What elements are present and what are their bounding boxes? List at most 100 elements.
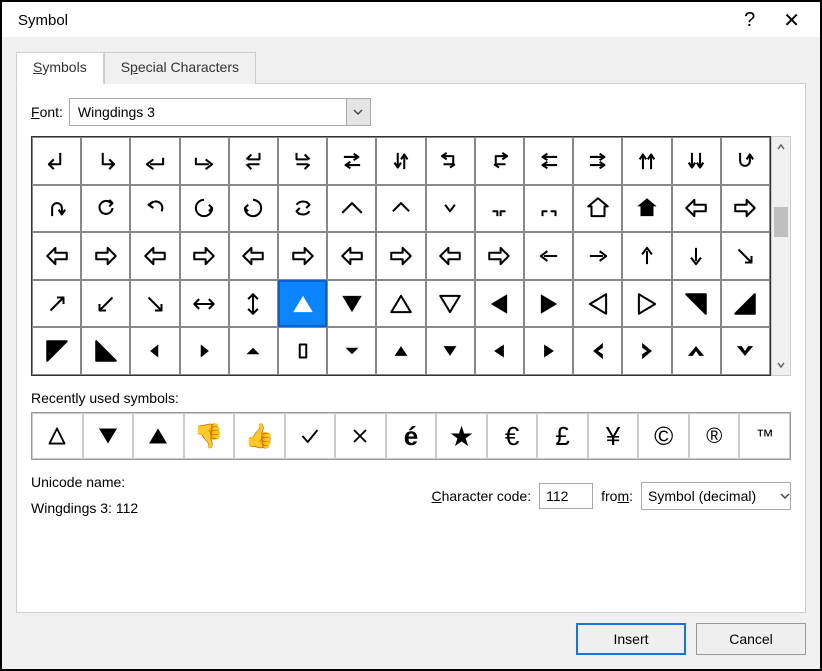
symbol-right-arrow-thin[interactable] bbox=[573, 232, 622, 280]
symbol-pointer-right-small[interactable] bbox=[180, 327, 229, 375]
symbol-swap-vertical[interactable] bbox=[376, 137, 425, 185]
recent-pound[interactable]: £ bbox=[537, 413, 588, 459]
symbol-bracket-low-right[interactable] bbox=[524, 185, 573, 233]
recent-delta[interactable] bbox=[32, 413, 83, 459]
recent-x-mark[interactable] bbox=[335, 413, 386, 459]
symbol-left-arrow-outline[interactable] bbox=[672, 185, 721, 233]
tab-symbols[interactable]: Symbols bbox=[16, 52, 104, 84]
scrollbar[interactable] bbox=[771, 136, 791, 376]
symbol-double-up-arrows[interactable] bbox=[622, 137, 671, 185]
symbol-double-right-arrows[interactable] bbox=[573, 137, 622, 185]
symbol-swap-cycle-left[interactable] bbox=[426, 137, 475, 185]
symbol-left-hook-arrow[interactable] bbox=[130, 137, 179, 185]
symbol-swap-cycle-right[interactable] bbox=[475, 137, 524, 185]
symbol-left-arrow-shadow[interactable] bbox=[327, 232, 376, 280]
symbol-u-turn-up[interactable] bbox=[32, 185, 81, 233]
symbol-se-arrow[interactable] bbox=[130, 280, 179, 328]
recent-thumbs-up[interactable]: 👍 bbox=[234, 413, 285, 459]
symbol-triangle-up-filled[interactable] bbox=[278, 280, 327, 328]
symbol-double-down-right[interactable] bbox=[278, 137, 327, 185]
symbol-chevron-right-bold[interactable] bbox=[622, 327, 671, 375]
recent-euro[interactable]: € bbox=[487, 413, 538, 459]
symbol-rotate-full-cw[interactable] bbox=[229, 185, 278, 233]
symbol-double-down-left[interactable] bbox=[229, 137, 278, 185]
symbol-triangle-up-outline[interactable] bbox=[376, 280, 425, 328]
symbol-down-right-arrow-thin[interactable] bbox=[721, 232, 770, 280]
symbol-left-arrow-3d[interactable] bbox=[426, 232, 475, 280]
symbol-triangle-up-small[interactable] bbox=[376, 327, 425, 375]
symbol-triangle-corner-tr[interactable] bbox=[672, 280, 721, 328]
symbol-sw-arrow[interactable] bbox=[81, 280, 130, 328]
symbol-down-right-arrow[interactable] bbox=[81, 137, 130, 185]
symbol-down-left-arrow[interactable] bbox=[32, 137, 81, 185]
symbol-swap-horizontal[interactable] bbox=[327, 137, 376, 185]
symbol-u-turn-down[interactable] bbox=[721, 137, 770, 185]
from-select[interactable]: Symbol (decimal) bbox=[641, 482, 791, 510]
recent-trademark[interactable]: ™ bbox=[739, 413, 790, 459]
recent-triangle-down-filled[interactable] bbox=[83, 413, 134, 459]
symbol-triangle-corner-br[interactable] bbox=[721, 280, 770, 328]
help-icon[interactable]: ? bbox=[744, 9, 755, 32]
symbol-chevron-down-narrow[interactable] bbox=[426, 185, 475, 233]
symbol-triangle-down-outline[interactable] bbox=[426, 280, 475, 328]
symbol-right-arrow-bold-outline[interactable] bbox=[81, 232, 130, 280]
tab-special-characters[interactable]: Special Characters bbox=[104, 52, 256, 84]
symbol-left-arrow-white[interactable] bbox=[130, 232, 179, 280]
scroll-track[interactable] bbox=[772, 157, 790, 355]
symbol-rotate-full-ccw[interactable] bbox=[180, 185, 229, 233]
symbol-rotate-ccw-small[interactable] bbox=[81, 185, 130, 233]
symbol-up-down-arrow[interactable] bbox=[229, 280, 278, 328]
symbol-right-arrow-hollow[interactable] bbox=[278, 232, 327, 280]
chevron-down-icon[interactable] bbox=[346, 99, 370, 125]
symbol-home-up-filled[interactable] bbox=[622, 185, 671, 233]
symbol-ne-arrow[interactable] bbox=[32, 280, 81, 328]
recent-yen[interactable]: ¥ bbox=[588, 413, 639, 459]
symbol-right-arrow-3d[interactable] bbox=[475, 232, 524, 280]
symbol-right-arrow-white[interactable] bbox=[180, 232, 229, 280]
symbol-chevron-down-bold[interactable] bbox=[721, 327, 770, 375]
symbol-triangle-down-filled[interactable] bbox=[327, 280, 376, 328]
symbol-triangle-left-small[interactable] bbox=[475, 327, 524, 375]
recent-checkmark[interactable] bbox=[285, 413, 336, 459]
cancel-button[interactable]: Cancel bbox=[696, 623, 806, 655]
chevron-down-icon[interactable] bbox=[780, 489, 790, 504]
symbol-down-arrow-thin[interactable] bbox=[672, 232, 721, 280]
close-icon[interactable]: ✕ bbox=[783, 8, 800, 33]
symbol-triangle-left-filled[interactable] bbox=[475, 280, 524, 328]
symbol-triangle-corner-bl[interactable] bbox=[81, 327, 130, 375]
symbol-right-arrow-outline[interactable] bbox=[721, 185, 770, 233]
symbol-chevron-up[interactable] bbox=[376, 185, 425, 233]
scroll-down-icon[interactable] bbox=[772, 355, 790, 375]
symbol-pointer-left-small[interactable] bbox=[130, 327, 179, 375]
recent-registered[interactable]: ® bbox=[689, 413, 740, 459]
symbol-triangle-down-small[interactable] bbox=[426, 327, 475, 375]
symbol-triangle-left-outline[interactable] bbox=[573, 280, 622, 328]
recent-thumbs-down[interactable]: 👎 bbox=[184, 413, 235, 459]
symbol-up-arrow-thin[interactable] bbox=[622, 232, 671, 280]
symbol-triangle-corner-tl[interactable] bbox=[32, 327, 81, 375]
symbol-right-hook-arrow[interactable] bbox=[180, 137, 229, 185]
symbol-rectangle-outline[interactable] bbox=[278, 327, 327, 375]
char-code-input[interactable] bbox=[539, 483, 593, 509]
symbol-undo-arrow[interactable] bbox=[130, 185, 179, 233]
symbol-triangle-right-filled[interactable] bbox=[524, 280, 573, 328]
scroll-up-icon[interactable] bbox=[772, 137, 790, 157]
symbol-left-right-arrow[interactable] bbox=[180, 280, 229, 328]
recent-triangle-up-filled[interactable] bbox=[133, 413, 184, 459]
symbol-chevron-up-bold[interactable] bbox=[672, 327, 721, 375]
symbol-caret-down-small[interactable] bbox=[327, 327, 376, 375]
font-select[interactable]: Wingdings 3 bbox=[69, 98, 371, 126]
symbol-left-arrow-hollow[interactable] bbox=[229, 232, 278, 280]
symbol-triangle-right-outline[interactable] bbox=[622, 280, 671, 328]
recent-e-acute[interactable]: é bbox=[386, 413, 437, 459]
symbol-bracket-low-left[interactable] bbox=[475, 185, 524, 233]
recent-star[interactable]: ★ bbox=[436, 413, 487, 459]
symbol-caret-up-small[interactable] bbox=[229, 327, 278, 375]
symbol-triangle-right-small[interactable] bbox=[524, 327, 573, 375]
scroll-thumb[interactable] bbox=[774, 207, 788, 237]
recent-copyright[interactable]: © bbox=[638, 413, 689, 459]
symbol-double-down-arrows[interactable] bbox=[672, 137, 721, 185]
symbol-left-arrow-bold-outline[interactable] bbox=[32, 232, 81, 280]
symbol-chevron-left-bold[interactable] bbox=[573, 327, 622, 375]
insert-button[interactable]: Insert bbox=[576, 623, 686, 655]
